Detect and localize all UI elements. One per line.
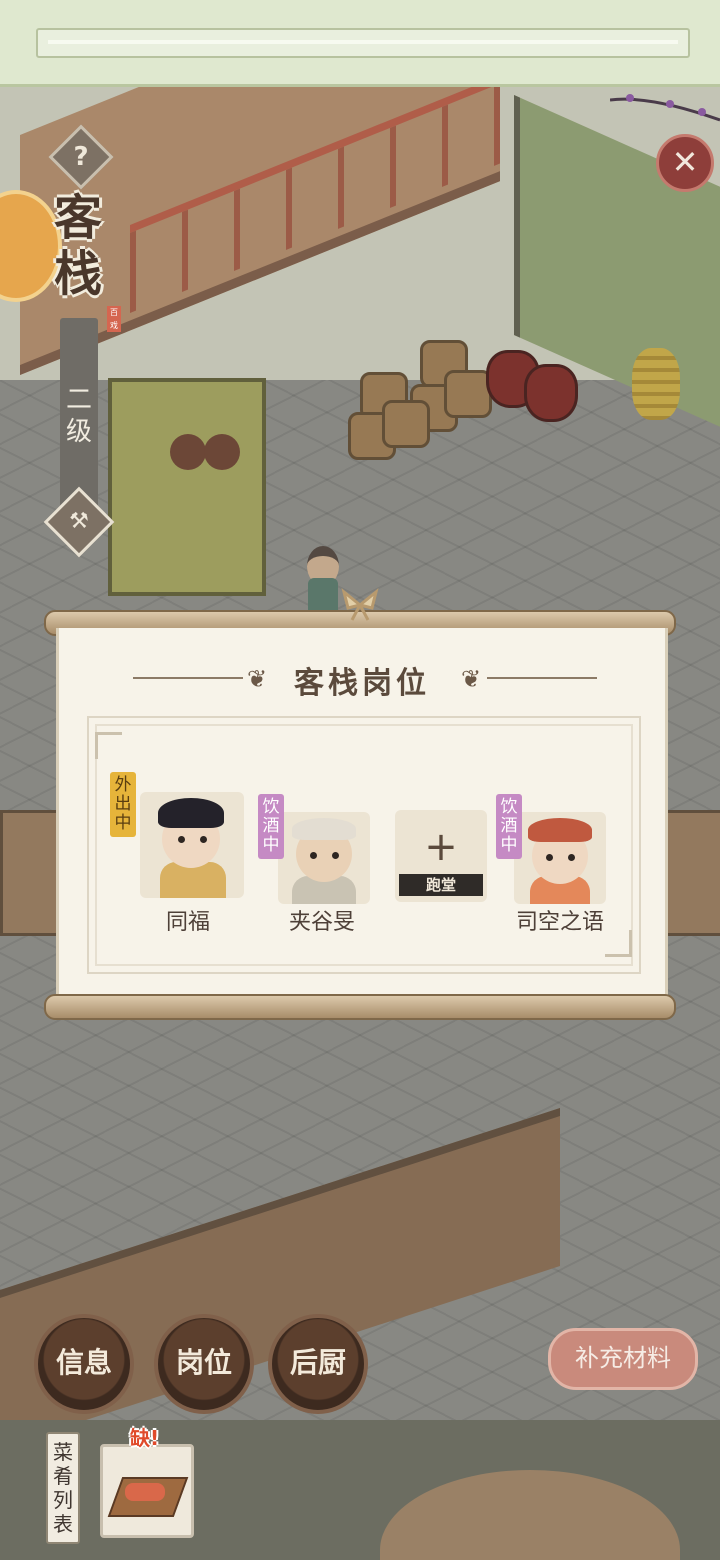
inn-title: 客栈: [53, 190, 102, 302]
status-badge: 饮酒中: [496, 794, 522, 859]
seal-stamp: 百戏: [107, 306, 121, 332]
hat: [158, 798, 224, 828]
plum-branch-icon: [610, 94, 720, 122]
swirl-icon: ❦: [460, 665, 482, 693]
top-banner: [0, 0, 720, 87]
worker-name: 夹谷旻: [288, 910, 355, 935]
post-slot-tongfu[interactable]: [140, 792, 244, 898]
worker-name: 司空之语: [515, 910, 604, 935]
corner-ornament: [95, 732, 122, 759]
white-hair: [292, 818, 356, 840]
scroll-bottom-rod: [44, 994, 676, 1020]
inn-level: 二级: [65, 385, 92, 447]
status-badge: 饮酒中: [258, 794, 284, 859]
dish-list-tab[interactable]: 菜肴列表: [46, 1432, 80, 1544]
dish-card[interactable]: [100, 1444, 194, 1538]
post-slot-sikongzhiyu[interactable]: [514, 812, 606, 908]
ribbon-knot-icon: [341, 588, 379, 621]
posts-button[interactable]: 岗位: [154, 1314, 254, 1414]
close-icon[interactable]: ✕: [656, 134, 714, 192]
dish-food: [125, 1483, 165, 1501]
post-slot-jiagumin[interactable]: [278, 812, 370, 908]
info-button[interactable]: 信息: [34, 1314, 134, 1414]
missing-badge: 缺!: [130, 1426, 160, 1450]
post-slot-empty[interactable]: + 跑堂: [395, 810, 487, 906]
replenish-materials-button[interactable]: 补充材料: [548, 1328, 698, 1390]
plus-icon: +: [424, 824, 458, 870]
worker-name: 同福: [165, 910, 210, 935]
status-badge: 外出中: [110, 772, 136, 837]
kitchen-button[interactable]: 后厨: [268, 1314, 368, 1414]
title-divider-right: [487, 677, 597, 679]
top-banner-frame: [36, 28, 690, 58]
dialog-title: 客栈岗位: [294, 666, 430, 701]
role-label: 跑堂: [399, 874, 483, 896]
hat: [528, 818, 592, 842]
